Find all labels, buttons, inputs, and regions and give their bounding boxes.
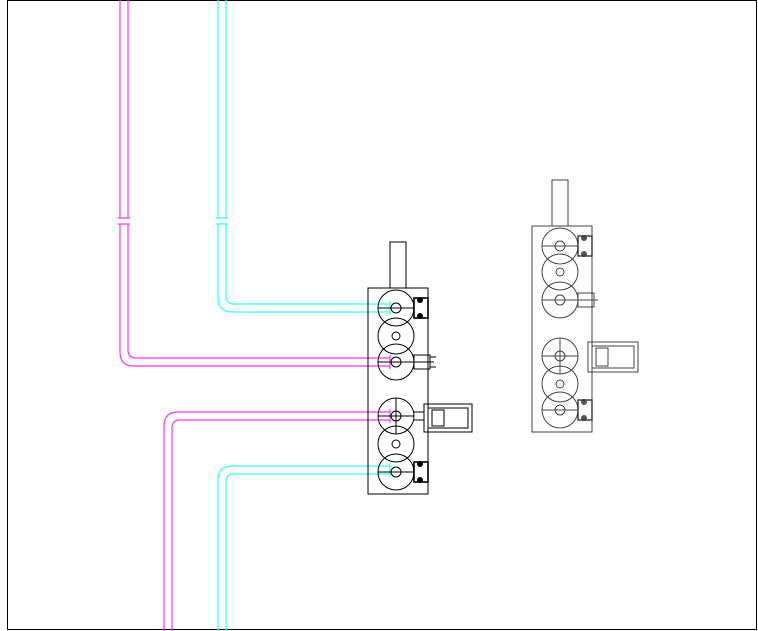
secondary-valve-2 [541,253,579,291]
primary-valve-manifold [367,241,473,495]
primary-valve-3 [377,343,436,381]
secondary-valve-manifold [531,179,639,433]
primary-valve-4 [377,397,473,435]
secondary-riser [551,179,569,227]
primary-riser [389,241,407,289]
secondary-valve-4 [541,337,639,375]
secondary-valve-6 [541,391,593,429]
cyan-pipe-lower [217,463,391,631]
secondary-valve-1 [541,227,593,265]
cad-drawing-canvas [7,0,757,631]
primary-valve-6 [377,453,429,491]
magenta-pipe-upper [118,0,391,369]
primary-valve-1 [377,289,429,327]
cyan-pipe-upper [216,0,391,315]
magenta-pipe-lower [163,409,391,631]
